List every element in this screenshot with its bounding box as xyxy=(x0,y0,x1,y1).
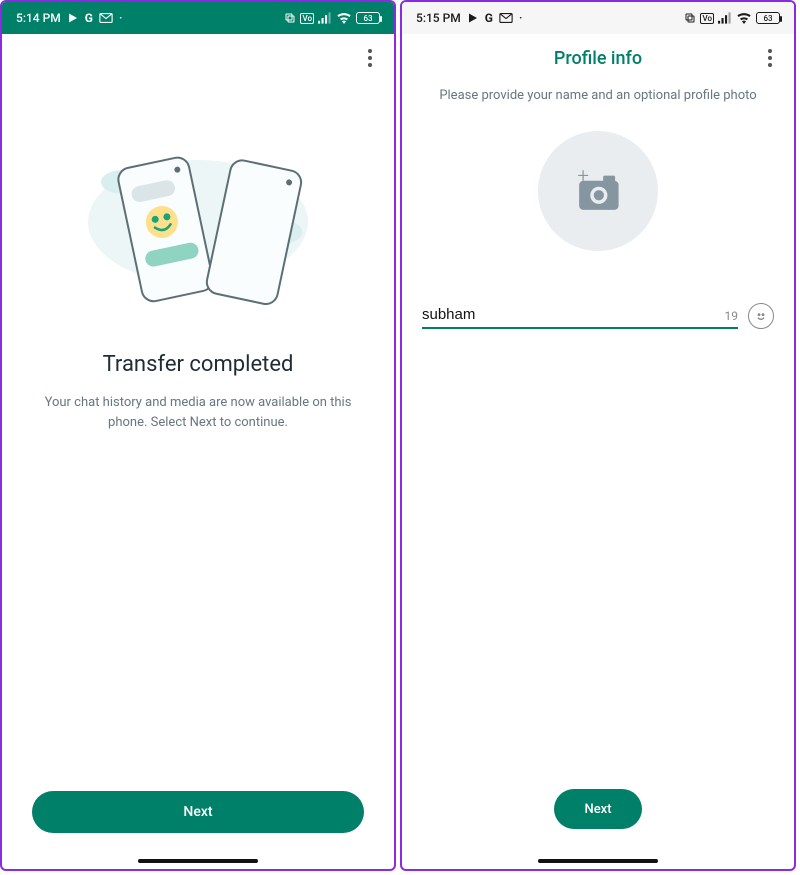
gmail-icon xyxy=(499,13,513,23)
volte-icon: Vo xyxy=(300,13,314,24)
app-header: Profile info xyxy=(402,34,794,82)
play-icon xyxy=(67,12,79,24)
name-input[interactable] xyxy=(422,306,719,323)
more-dot: · xyxy=(119,11,122,25)
wifi-icon xyxy=(736,12,752,24)
overflow-menu-button[interactable] xyxy=(352,40,388,76)
more-vert-icon xyxy=(368,49,372,67)
status-bar: 5:14 PM G · Vo 63 xyxy=(2,2,394,34)
name-field-wrap: 19 xyxy=(422,306,738,329)
home-indicator xyxy=(538,859,658,863)
smile-icon xyxy=(753,308,769,324)
next-button[interactable]: Next xyxy=(554,789,642,829)
status-bar: 5:15 PM G · Vo 63 xyxy=(402,2,794,34)
transfer-complete-subtext: Your chat history and media are now avai… xyxy=(32,393,364,432)
profile-instruction: Please provide your name and an optional… xyxy=(402,88,794,103)
app-header xyxy=(2,34,394,82)
name-input-row: 19 xyxy=(422,303,774,329)
volte-icon: Vo xyxy=(700,13,714,24)
gmail-icon xyxy=(99,13,113,23)
next-button[interactable]: Next xyxy=(32,791,364,833)
wifi-icon xyxy=(336,12,352,24)
signal-icon xyxy=(318,12,332,24)
page-title: Profile info xyxy=(554,48,642,69)
phone-screen-profile-info: 5:15 PM G · Vo 63 Profile info xyxy=(400,0,796,871)
signal-icon xyxy=(718,12,732,24)
copy-icon xyxy=(684,12,696,24)
next-button-label: Next xyxy=(584,802,611,817)
status-time: 5:15 PM xyxy=(416,11,461,25)
more-dot: · xyxy=(519,11,522,25)
phone-screen-transfer-completed: 5:14 PM G · Vo 63 xyxy=(0,0,396,871)
add-photo-button[interactable]: + xyxy=(538,131,658,251)
home-indicator xyxy=(138,859,258,863)
play-icon xyxy=(467,12,479,24)
char-remaining: 19 xyxy=(719,309,739,323)
next-button-label: Next xyxy=(183,804,212,820)
transfer-illustration xyxy=(2,82,394,312)
camera-icon: + xyxy=(570,167,626,215)
overflow-menu-button[interactable] xyxy=(752,40,788,76)
copy-icon xyxy=(284,12,296,24)
emoji-picker-button[interactable] xyxy=(748,303,774,329)
google-icon: G xyxy=(485,11,493,25)
battery-icon: 63 xyxy=(356,12,380,24)
google-icon: G xyxy=(85,11,93,25)
status-time: 5:14 PM xyxy=(16,11,61,25)
transfer-complete-heading: Transfer completed xyxy=(2,352,394,377)
more-vert-icon xyxy=(768,49,772,67)
battery-icon: 63 xyxy=(756,12,780,24)
